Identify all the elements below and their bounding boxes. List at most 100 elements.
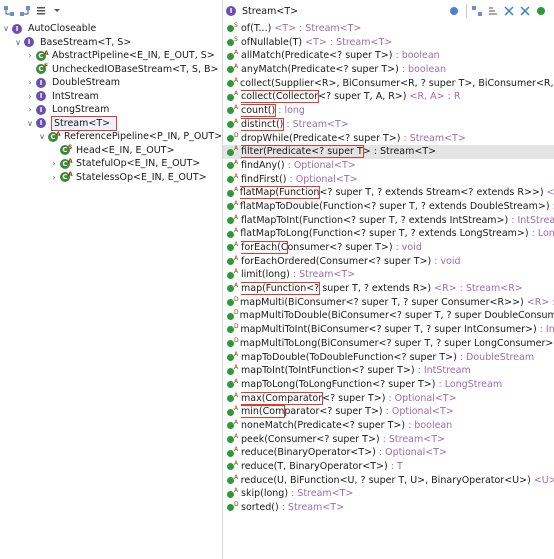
method-item[interactable]: DmapMultiToDouble(BiConsumer<? super T, … bbox=[223, 309, 554, 323]
public-method-icon bbox=[227, 340, 234, 348]
chevron-down-icon[interactable]: ∨ bbox=[1, 22, 11, 36]
method-item[interactable]: AallMatch(Predicate<? super T>) : boolea… bbox=[223, 49, 554, 63]
method-name: findFirst() bbox=[241, 173, 287, 185]
public-method-icon bbox=[227, 216, 234, 224]
chevron-right-icon[interactable]: › bbox=[49, 171, 59, 185]
method-item[interactable]: AflatMapToDouble(Function<? super T, ? e… bbox=[223, 200, 554, 214]
method-item[interactable]: Amax(Comparator<? super T>) : Optional<T… bbox=[223, 391, 554, 406]
chevron-right-icon[interactable]: › bbox=[25, 76, 35, 90]
method-item[interactable]: Areduce(T, BinaryOperator<T>) : T bbox=[223, 460, 554, 474]
show-inherited-icon[interactable] bbox=[470, 4, 484, 18]
supertype-hierarchy-icon[interactable] bbox=[2, 4, 16, 18]
method-item[interactable]: AforEach(Consumer<? super T>) : void bbox=[223, 241, 554, 255]
method-item[interactable]: SofNullable(T) <T> : Stream<T> bbox=[223, 36, 554, 50]
method-item[interactable]: AflatMapToInt(Function<? super T, ? exte… bbox=[223, 214, 554, 228]
tree-item[interactable]: C F UncheckedIOBaseStream<T, S, B> bbox=[0, 63, 222, 77]
modifier-badge: D bbox=[234, 336, 239, 344]
chevron-right-icon[interactable]: › bbox=[49, 157, 59, 171]
method-item[interactable]: Areduce(BinaryOperator<T>) : Optional<T> bbox=[223, 446, 554, 460]
method-item[interactable]: AflatMapToLong(Function<? super T, ? ext… bbox=[223, 227, 554, 241]
method-signature: max(Comparator<? super T>) : Optional<T> bbox=[241, 391, 457, 406]
chevron-right-icon[interactable]: › bbox=[25, 49, 35, 63]
method-item[interactable]: DmapMulti(BiConsumer<? super T, ? super … bbox=[223, 296, 554, 310]
method-item[interactable]: Acollect(Collector<? super T, A, R>) <R,… bbox=[223, 90, 554, 104]
modifier-badge: A bbox=[234, 76, 239, 84]
method-signature: map(Function<? super T, ? extends R>) <R… bbox=[241, 282, 523, 296]
method-item[interactable]: Areduce(U, BiFunction<U, ? super T, U>, … bbox=[223, 474, 554, 488]
tree-item[interactable]: ∨ I BaseStream<T, S> bbox=[0, 36, 222, 50]
public-method-icon bbox=[227, 121, 234, 129]
method-item[interactable]: Acollect(Supplier<R>, BiConsumer<R, ? su… bbox=[223, 77, 554, 91]
tree-item[interactable]: ∨ I Stream<T> bbox=[0, 115, 222, 131]
method-signature: distinct() : Stream<T> bbox=[241, 117, 349, 132]
return-type: : DoubleStream bbox=[456, 351, 535, 363]
method-item[interactable]: Afilter(Predicate<? super T> : Stream<T> bbox=[223, 145, 554, 159]
method-item[interactable]: Apeek(Consumer<? super T>) : Stream<T> bbox=[223, 433, 554, 447]
method-item[interactable]: AmapToLong(ToLongFunction<? super T>) : … bbox=[223, 378, 554, 392]
method-item[interactable]: AmapToInt(ToIntFunction<? super T>) : In… bbox=[223, 364, 554, 378]
subtype-hierarchy-icon[interactable] bbox=[18, 4, 32, 18]
method-item[interactable]: AmapToDouble(ToDoubleFunction<? super T>… bbox=[223, 351, 554, 365]
method-signature: flatMapToDouble(Function<? super T, ? ex… bbox=[240, 200, 554, 214]
return-type: <U> : U bbox=[533, 474, 554, 486]
tree-item[interactable]: ∨ I AutoCloseable bbox=[0, 22, 222, 36]
method-item[interactable]: DmapMultiToLong(BiConsumer<? super T, ? … bbox=[223, 337, 554, 351]
modifier-badge: A bbox=[234, 377, 239, 385]
method-item[interactable]: AanyMatch(Predicate<? super T>) : boolea… bbox=[223, 63, 554, 77]
return-type: : IntStream bbox=[414, 365, 471, 377]
modifier-badge: A bbox=[234, 241, 239, 248]
chevron-right-icon[interactable]: › bbox=[25, 103, 35, 117]
tree-item[interactable]: ∨ C A ReferencePipeline<P_IN, P_OUT> bbox=[0, 130, 222, 144]
tree-item[interactable]: › I DoubleStream bbox=[0, 76, 222, 90]
method-item[interactable]: AflatMap(Function<? super T, ? extends S… bbox=[223, 186, 554, 200]
method-item[interactable]: Acount() : long bbox=[223, 104, 554, 118]
hide-static-icon[interactable] bbox=[518, 4, 532, 18]
public-members-icon[interactable] bbox=[534, 4, 548, 18]
modifier-badge: A bbox=[234, 268, 239, 276]
chevron-down-icon[interactable] bbox=[50, 4, 64, 18]
modifier-badge: A bbox=[234, 158, 239, 166]
modifier-badge: A bbox=[234, 186, 239, 194]
tree-item-label: DoubleStream bbox=[52, 77, 121, 88]
method-item[interactable]: AfindAny() : Optional<T> bbox=[223, 159, 554, 173]
tree-item[interactable]: › C A AbstractPipeline<E_IN, E_OUT, S> bbox=[0, 49, 222, 63]
chevron-right-icon[interactable]: › bbox=[25, 90, 35, 104]
class-icon: CA bbox=[47, 131, 61, 143]
lock-view-icon[interactable] bbox=[447, 4, 461, 18]
tree-item[interactable]: C S Head<E_IN, E_OUT> bbox=[0, 144, 222, 158]
method-item[interactable]: Sof(T...) <T> : Stream<T> bbox=[223, 22, 554, 36]
method-item[interactable]: Adistinct() : Stream<T> bbox=[223, 117, 554, 132]
return-type: : Stream<T> bbox=[400, 132, 466, 144]
method-item[interactable]: Amin(Comparator<? super T>) : Optional<T… bbox=[223, 405, 554, 419]
tree-item-label: ReferencePipeline<P_IN, P_OUT> bbox=[64, 131, 223, 142]
method-signature: sorted() : Stream<T> bbox=[241, 501, 344, 515]
view-menu-icon[interactable] bbox=[34, 4, 48, 18]
modifier-badge: A bbox=[234, 446, 239, 454]
hide-fields-icon[interactable] bbox=[502, 4, 516, 18]
tree-item-label: StatefulOp<E_IN, E_OUT> bbox=[76, 158, 201, 169]
return-type: <R> : Stream<R> bbox=[526, 296, 554, 308]
public-method-icon bbox=[227, 93, 234, 101]
method-item[interactable]: Askip(long) : Stream<T> bbox=[223, 487, 554, 501]
tree-item[interactable]: › I LongStream bbox=[0, 103, 222, 117]
chevron-down-icon[interactable]: ∨ bbox=[13, 36, 23, 50]
tree-item[interactable]: › I IntStream bbox=[0, 90, 222, 104]
public-method-icon bbox=[227, 25, 234, 33]
method-item[interactable]: Amap(Function<? super T, ? extends R>) <… bbox=[223, 282, 554, 296]
method-item[interactable]: DmapMultiToInt(BiConsumer<? super T, ? s… bbox=[223, 323, 554, 337]
chevron-down-icon[interactable]: ∨ bbox=[25, 117, 35, 131]
method-item[interactable]: DdropWhile(Predicate<? super T>) : Strea… bbox=[223, 132, 554, 146]
tree-item[interactable]: › C A StatefulOp<E_IN, E_OUT> bbox=[0, 157, 222, 171]
public-method-icon bbox=[227, 230, 234, 238]
method-signature: findFirst() : Optional<T> bbox=[241, 173, 358, 187]
sort-members-icon[interactable] bbox=[486, 4, 500, 18]
method-item[interactable]: AfindFirst() : Optional<T> bbox=[223, 173, 554, 187]
public-method-icon bbox=[227, 490, 234, 498]
chevron-down-icon[interactable]: ∨ bbox=[37, 130, 47, 144]
method-item[interactable]: AforEachOrdered(Consumer<? super T>) : v… bbox=[223, 255, 554, 269]
method-signature: flatMap(Function<? super T, ? extends St… bbox=[239, 186, 554, 200]
method-item[interactable]: Dsorted() : Stream<T> bbox=[223, 501, 554, 515]
tree-item[interactable]: › C A StatelessOp<E_IN, E_OUT> bbox=[0, 171, 222, 185]
method-item[interactable]: AnoneMatch(Predicate<? super T>) : boole… bbox=[223, 419, 554, 433]
method-item[interactable]: Alimit(long) : Stream<T> bbox=[223, 268, 554, 282]
